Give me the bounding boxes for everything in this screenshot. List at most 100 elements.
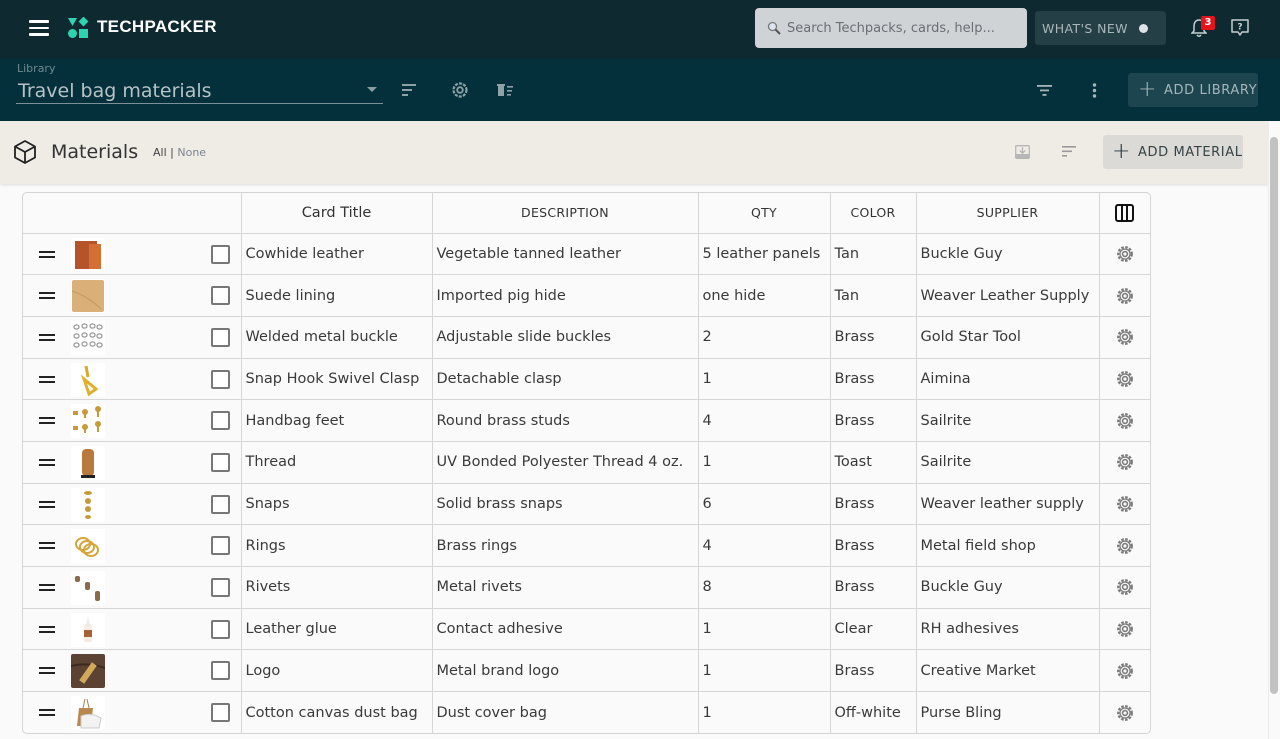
table-row[interactable]: Cowhide leather Vegetable tanned leather… [23, 233, 1150, 276]
cell-qty[interactable]: 8 [698, 566, 831, 609]
hamburger-icon[interactable] [29, 20, 49, 36]
cell-card-title[interactable]: Logo [241, 649, 433, 693]
cell-color[interactable]: Brass [830, 524, 917, 567]
cell-description[interactable]: UV Bonded Polyester Thread 4 oz. [432, 441, 699, 484]
cell-color[interactable]: Brass [830, 649, 917, 693]
add-material-button[interactable]: + ADD MATERIAL [1103, 135, 1243, 169]
row-checkbox[interactable] [211, 286, 230, 306]
table-row[interactable]: Snap Hook Swivel Clasp Detachable clasp … [23, 358, 1150, 401]
sort-icon[interactable] [402, 84, 418, 96]
more-vert-icon[interactable] [1092, 83, 1097, 98]
cell-card-title[interactable]: Rivets [241, 566, 433, 609]
cell-qty[interactable]: 4 [698, 524, 831, 567]
sort-icon[interactable] [1062, 146, 1077, 157]
table-row[interactable]: Handbag feet Round brass studs 4 Brass S… [23, 399, 1150, 442]
cell-supplier[interactable]: Purse Bling [916, 691, 1100, 734]
cell-card-title[interactable]: Rings [241, 524, 433, 567]
cell-qty[interactable]: 1 [698, 358, 831, 401]
cell-supplier[interactable]: RH adhesives [916, 608, 1100, 651]
drag-handle-icon[interactable] [39, 375, 55, 384]
material-thumbnail-leather-swatch[interactable] [71, 237, 105, 272]
material-thumbnail-snap-hook[interactable] [71, 362, 105, 397]
cell-description[interactable]: Imported pig hide [432, 274, 699, 317]
column-header-description[interactable]: DESCRIPTION [432, 193, 699, 234]
table-row[interactable]: Leather glue Contact adhesive 1 Clear RH… [23, 608, 1150, 651]
cell-description[interactable]: Metal rivets [432, 566, 699, 609]
brand-name[interactable]: TECHPACKER [97, 17, 217, 37]
gear-icon[interactable] [1115, 536, 1135, 556]
scrollbar-thumb[interactable] [1270, 137, 1278, 694]
cell-color[interactable]: Off-white [830, 691, 917, 734]
help-bubble-icon[interactable]: ? [1230, 18, 1250, 38]
cell-card-title[interactable]: Cowhide leather [241, 233, 433, 276]
cell-color[interactable]: Toast [830, 441, 917, 484]
drag-handle-icon[interactable] [39, 292, 55, 300]
cell-supplier[interactable]: Sailrite [916, 399, 1100, 442]
drag-handle-icon[interactable] [39, 417, 55, 425]
drag-handle-icon[interactable] [39, 667, 55, 675]
material-thumbnail-bag-feet[interactable] [71, 404, 105, 439]
cell-qty[interactable]: 1 [698, 608, 831, 651]
gear-icon[interactable] [1115, 327, 1135, 347]
cell-qty[interactable]: 1 [698, 441, 831, 484]
material-thumbnail-buckles[interactable] [71, 320, 105, 355]
column-header-color[interactable]: COLOR [830, 193, 917, 234]
row-checkbox[interactable] [211, 536, 230, 556]
cell-description[interactable]: Metal brand logo [432, 649, 699, 693]
columns-icon[interactable] [1115, 203, 1135, 222]
settings-icon[interactable] [451, 81, 469, 99]
cell-description[interactable]: Detachable clasp [432, 358, 699, 401]
cell-card-title[interactable]: Thread [241, 441, 433, 484]
gear-icon[interactable] [1115, 369, 1135, 389]
gear-icon[interactable] [1115, 411, 1135, 431]
cell-card-title[interactable]: Cotton canvas dust bag [241, 691, 433, 734]
row-checkbox[interactable] [211, 578, 230, 597]
cell-supplier[interactable]: Weaver leather supply [916, 483, 1100, 526]
cell-supplier[interactable]: Weaver Leather Supply [916, 274, 1100, 317]
cell-supplier[interactable]: Creative Market [916, 649, 1100, 693]
gear-icon[interactable] [1115, 619, 1135, 639]
table-row[interactable]: Suede lining Imported pig hide one hide … [23, 274, 1150, 317]
column-header-qty[interactable]: QTY [698, 193, 831, 234]
row-checkbox[interactable] [211, 494, 230, 514]
material-thumbnail-dust-bag[interactable] [71, 696, 105, 731]
table-row[interactable]: Rings Brass rings 4 Brass Metal field sh… [23, 524, 1150, 567]
gear-icon[interactable] [1115, 452, 1135, 472]
cell-card-title[interactable]: Handbag feet [241, 399, 433, 442]
gear-icon[interactable] [1115, 577, 1135, 597]
cell-supplier[interactable]: Metal field shop [916, 524, 1100, 567]
row-checkbox[interactable] [211, 244, 230, 264]
import-icon[interactable] [1015, 145, 1030, 159]
row-checkbox[interactable] [211, 452, 230, 472]
cell-card-title[interactable]: Snap Hook Swivel Clasp [241, 358, 433, 401]
cell-color[interactable]: Clear [830, 608, 917, 651]
cell-qty[interactable]: 5 leather panels [698, 233, 831, 276]
cell-color[interactable]: Tan [830, 233, 917, 276]
column-header-card-title[interactable]: Card Title [241, 193, 433, 234]
cell-color[interactable]: Brass [830, 483, 917, 526]
cell-description[interactable]: Contact adhesive [432, 608, 699, 651]
cell-description[interactable]: Solid brass snaps [432, 483, 699, 526]
cell-card-title[interactable]: Suede lining [241, 274, 433, 317]
cell-color[interactable]: Tan [830, 274, 917, 317]
material-thumbnail-glue-bottle[interactable] [71, 612, 105, 647]
cell-description[interactable]: Round brass studs [432, 399, 699, 442]
row-checkbox[interactable] [211, 327, 230, 347]
table-row[interactable]: Rivets Metal rivets 8 Brass Buckle Guy [23, 566, 1150, 609]
cell-qty[interactable]: 1 [698, 649, 831, 693]
drag-handle-icon[interactable] [39, 500, 55, 509]
cell-card-title[interactable]: Welded metal buckle [241, 316, 433, 359]
row-checkbox[interactable] [211, 411, 230, 431]
select-all-link[interactable]: All [153, 146, 167, 159]
cell-card-title[interactable]: Leather glue [241, 608, 433, 651]
cell-qty[interactable]: 6 [698, 483, 831, 526]
drag-handle-icon[interactable] [39, 333, 55, 342]
cell-supplier[interactable]: Gold Star Tool [916, 316, 1100, 359]
gear-icon[interactable] [1115, 494, 1135, 514]
whats-new-button[interactable]: WHAT'S NEW [1035, 11, 1166, 45]
column-header-supplier[interactable]: SUPPLIER [916, 193, 1100, 234]
cell-supplier[interactable]: Aimina [916, 358, 1100, 401]
techpacker-logo-icon[interactable] [67, 17, 89, 39]
cell-supplier[interactable]: Buckle Guy [916, 566, 1100, 609]
drag-handle-icon[interactable] [39, 542, 55, 550]
